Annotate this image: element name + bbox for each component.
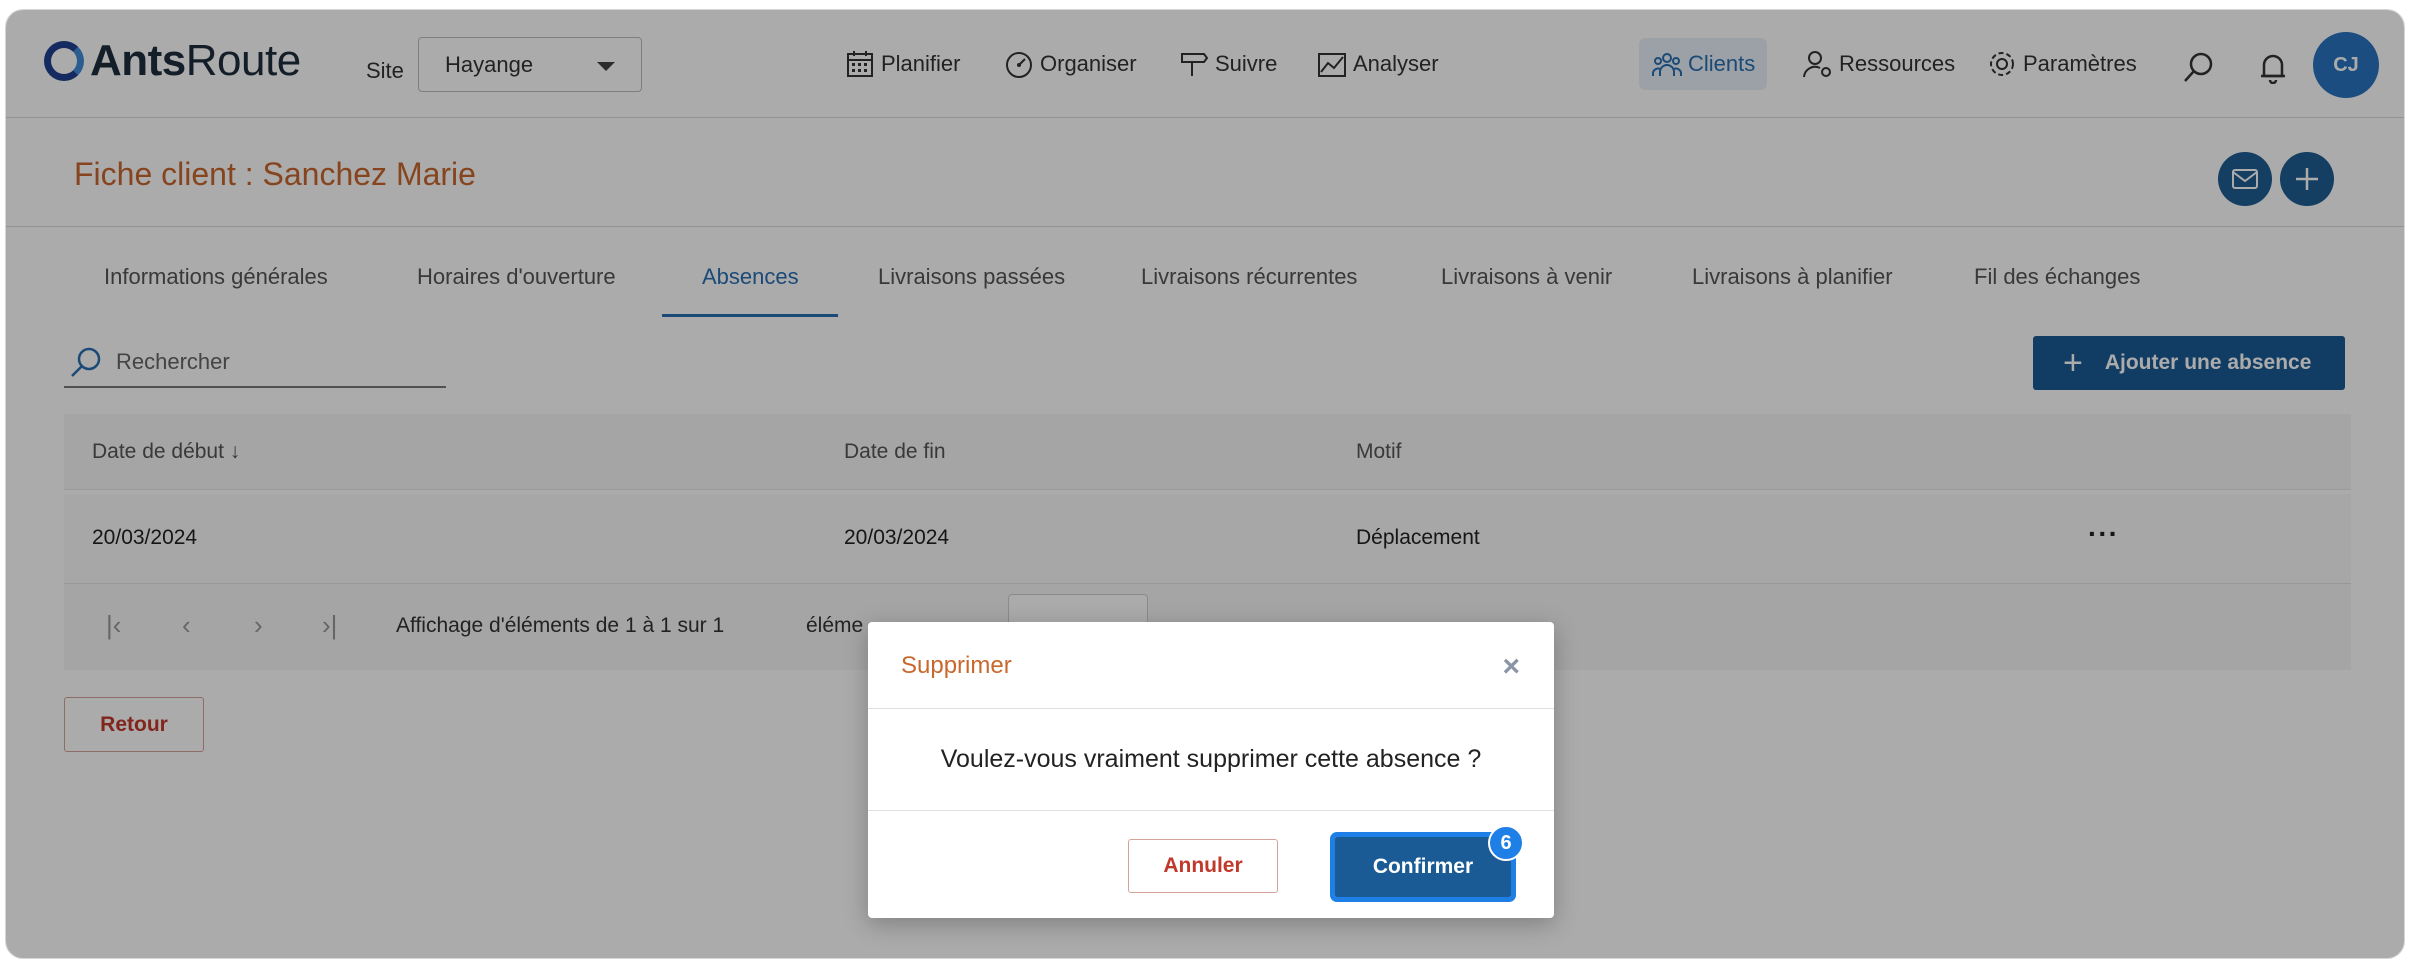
delete-dialog: Supprimer × Voulez-vous vraiment supprim… <box>868 622 1554 918</box>
dialog-message: Voulez-vous vraiment supprimer cette abs… <box>940 745 1482 773</box>
close-icon[interactable]: × <box>1502 650 1520 684</box>
app-window: AntsRoute Site Hayange Planifier Organis… <box>5 9 2405 959</box>
cancel-button[interactable]: Annuler <box>1128 839 1278 893</box>
divider <box>868 708 1554 709</box>
confirm-button[interactable]: Confirmer <box>1330 832 1516 902</box>
dialog-title: Supprimer <box>901 652 1012 679</box>
step-badge: 6 <box>1488 825 1524 861</box>
divider <box>868 810 1554 811</box>
